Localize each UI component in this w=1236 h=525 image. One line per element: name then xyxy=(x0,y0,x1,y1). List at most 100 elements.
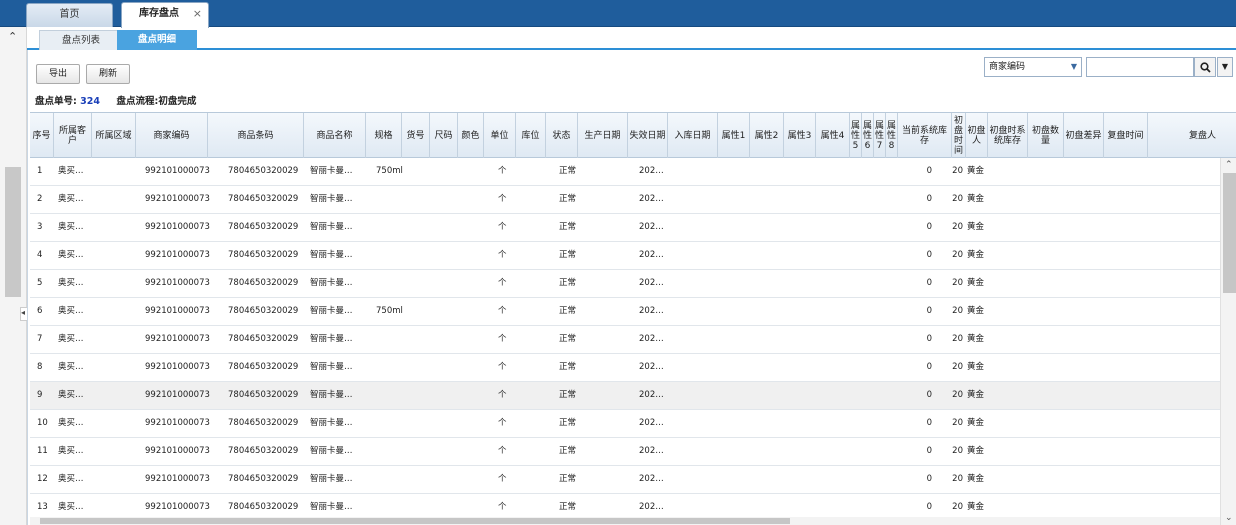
cell-expiry: 202… xyxy=(639,446,664,456)
cell-barcode: 7804650320029 xyxy=(228,362,299,372)
cell-barcode: 7804650320029 xyxy=(228,278,299,288)
vertical-scrollbar-thumb[interactable] xyxy=(1223,173,1236,293)
cell-person: 黄金 xyxy=(967,250,985,260)
cell-expiry: 202… xyxy=(639,250,664,260)
scroll-down-icon[interactable]: ⌄ xyxy=(1225,513,1233,523)
column-header[interactable]: 初盘差异 xyxy=(1064,113,1104,158)
search-input[interactable] xyxy=(1086,57,1194,77)
close-icon[interactable]: × xyxy=(193,3,202,25)
cell-person: 黄金 xyxy=(967,474,985,484)
horizontal-scrollbar[interactable] xyxy=(30,517,1220,525)
detail-grid: 序号 所属客户 所属区域 商家编码 商品条码 商品名称 规格 货号 尺码 颜色 单位 库位 状态 生产日期… xyxy=(30,112,1236,525)
column-header[interactable]: 库位 xyxy=(516,113,546,158)
column-header[interactable]: 初盘时间 xyxy=(952,113,966,158)
cell-code: 992101000073 xyxy=(145,446,210,456)
table-row[interactable]: 12 奥买… 992101000073 7804650320029 智丽卡曼… 个 正常 20… xyxy=(30,466,1220,494)
cell-expiry: 202… xyxy=(639,222,664,232)
tab-count-detail[interactable]: 盘点明细 xyxy=(117,30,197,50)
column-header[interactable]: 状态 xyxy=(546,113,578,158)
column-header[interactable]: 单位 xyxy=(484,113,516,158)
cell-no: 5 xyxy=(37,278,43,288)
export-button[interactable]: 导出 xyxy=(36,64,80,84)
cell-spec xyxy=(376,270,408,297)
table-row[interactable]: 6 奥买… 992101000073 7804650320029 智丽卡曼… 750ml 个… xyxy=(30,298,1220,326)
left-scrollbar-thumb[interactable] xyxy=(5,167,21,297)
cell-no: 11 xyxy=(37,446,48,456)
table-row[interactable]: 2 奥买… 992101000073 7804650320029 智丽卡曼… 个正常 202… xyxy=(30,186,1220,214)
table-row[interactable]: 3 奥买… 992101000073 7804650320029 智丽卡曼… 个正常 202… xyxy=(30,214,1220,242)
cell-stock: 0 xyxy=(926,446,932,456)
column-header[interactable]: 商品名称 xyxy=(304,113,366,158)
cell-unit: 个 xyxy=(498,334,507,344)
column-header[interactable]: 属性7 xyxy=(874,113,886,158)
table-row[interactable]: 1 奥买… 992101000073 7804650320029 智丽卡曼… 750ml 个… xyxy=(30,158,1220,186)
cell-spec xyxy=(376,242,408,269)
cell-name: 智丽卡曼… xyxy=(310,334,353,344)
column-header[interactable]: 属性8 xyxy=(886,113,898,158)
cell-unit: 个 xyxy=(498,166,507,176)
tab-inventory-count[interactable]: 库存盘点 × xyxy=(121,2,209,28)
cell-status: 正常 xyxy=(559,278,577,288)
left-collapse-panel: ⌃ ◂ xyxy=(0,27,28,525)
cell-customer: 奥买… xyxy=(58,194,84,204)
column-header[interactable]: 属性5 xyxy=(850,113,862,158)
column-header[interactable]: 属性2 xyxy=(750,113,784,158)
refresh-button[interactable]: 刷新 xyxy=(86,64,130,84)
cell-person: 黄金 xyxy=(967,334,985,344)
cell-person: 黄金 xyxy=(967,166,985,176)
column-header[interactable]: 属性4 xyxy=(816,113,850,158)
column-header[interactable]: 商家编码 xyxy=(136,113,208,158)
tab-home[interactable]: 首页 xyxy=(26,3,113,27)
column-header[interactable]: 颜色 xyxy=(458,113,484,158)
column-header[interactable]: 复盘时间 xyxy=(1104,113,1148,158)
column-header[interactable]: 生产日期 xyxy=(578,113,628,158)
column-header[interactable]: 初盘人 xyxy=(966,113,988,158)
cell-unit: 个 xyxy=(498,362,507,372)
column-header[interactable]: 初盘数量 xyxy=(1028,113,1064,158)
chevron-up-icon[interactable]: ⌃ xyxy=(8,30,17,43)
cell-stock: 0 xyxy=(926,250,932,260)
cell-spec xyxy=(376,466,408,493)
cell-spec xyxy=(376,438,408,465)
scroll-up-icon[interactable]: ⌃ xyxy=(1225,160,1233,170)
table-row[interactable]: 8 奥买… 992101000073 7804650320029 智丽卡曼… 个正常 202… xyxy=(30,354,1220,382)
column-header[interactable]: 属性6 xyxy=(862,113,874,158)
tab-count-list[interactable]: 盘点列表 xyxy=(39,30,123,50)
search-icon[interactable] xyxy=(1194,57,1216,77)
column-header[interactable]: 初盘时系统库存 xyxy=(988,113,1028,158)
column-header[interactable]: 当前系统库存 xyxy=(898,113,952,158)
column-header[interactable]: 尺码 xyxy=(430,113,458,158)
cell-person: 黄金 xyxy=(967,446,985,456)
search-options-dropdown-icon[interactable]: ▼ xyxy=(1217,57,1233,77)
cell-code: 992101000073 xyxy=(145,418,210,428)
horizontal-scrollbar-thumb[interactable] xyxy=(40,518,790,524)
column-header[interactable]: 失效日期 xyxy=(628,113,668,158)
cell-barcode: 7804650320029 xyxy=(228,390,299,400)
column-header[interactable]: 复盘人 xyxy=(1148,113,1220,158)
cell-unit: 个 xyxy=(498,194,507,204)
column-header[interactable]: 所属区域 xyxy=(92,113,136,158)
table-row[interactable]: 9 奥买… 992101000073 7804650320029 智丽卡曼… 个正常 202… xyxy=(30,382,1220,410)
cell-name: 智丽卡曼… xyxy=(310,474,353,484)
cell-unit: 个 xyxy=(498,446,507,456)
column-header[interactable]: 入库日期 xyxy=(668,113,718,158)
column-header[interactable]: 规格 xyxy=(366,113,402,158)
cell-customer: 奥买… xyxy=(58,166,84,176)
table-row[interactable]: 11 奥买… 992101000073 7804650320029 智丽卡曼… 个 正常 20… xyxy=(30,438,1220,466)
column-header[interactable]: 所属客户 xyxy=(54,113,92,158)
column-header[interactable]: 序号 xyxy=(30,113,54,158)
table-row[interactable]: 10 奥买… 992101000073 7804650320029 智丽卡曼… 个 正常 20… xyxy=(30,410,1220,438)
cell-stock: 0 xyxy=(926,418,932,428)
column-header[interactable]: 货号 xyxy=(402,113,430,158)
vertical-scrollbar[interactable]: ⌃ ⌄ xyxy=(1220,158,1236,525)
column-header[interactable]: 属性1 xyxy=(718,113,750,158)
column-header[interactable]: 商品条码 xyxy=(208,113,304,158)
table-row[interactable]: 4 奥买… 992101000073 7804650320029 智丽卡曼… 个正常 202… xyxy=(30,242,1220,270)
table-row[interactable]: 7 奥买… 992101000073 7804650320029 智丽卡曼… 个正常 202… xyxy=(30,326,1220,354)
column-header[interactable]: 属性3 xyxy=(784,113,816,158)
table-row[interactable]: 5 奥买… 992101000073 7804650320029 智丽卡曼… 个正常 202… xyxy=(30,270,1220,298)
search-field-select[interactable]: 商家编码 ▼ xyxy=(984,57,1082,77)
cell-person: 黄金 xyxy=(967,194,985,204)
cell-expiry: 202… xyxy=(639,166,664,176)
cell-qty: 20 xyxy=(952,474,963,484)
